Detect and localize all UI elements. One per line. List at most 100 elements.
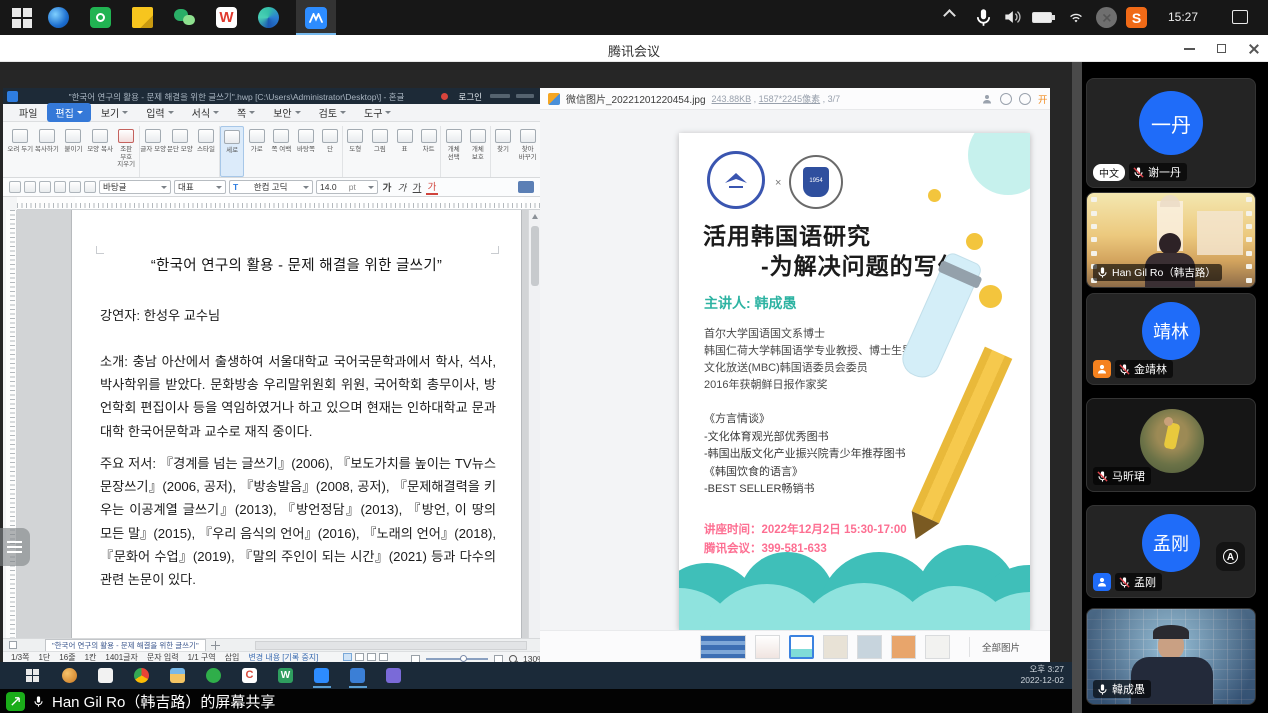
tab-list-icon[interactable] bbox=[9, 641, 17, 649]
hwp-ribbon-button[interactable]: 글자 모양 bbox=[140, 126, 167, 177]
paragraph-marks-button[interactable] bbox=[518, 181, 534, 193]
hwp-ribbon-button[interactable]: 모양 복사 bbox=[87, 126, 114, 177]
italic-button[interactable]: 가 bbox=[396, 180, 408, 194]
participant-tile[interactable]: 韓成愚 bbox=[1086, 608, 1256, 705]
tray-sogou-icon[interactable]: S bbox=[1126, 7, 1147, 28]
minimize-button[interactable] bbox=[1172, 35, 1206, 62]
document-page[interactable]: “한국어 연구의 활용 - 문제 해결을 위한 글쓰기” 강연자: 한성우 교수… bbox=[72, 210, 521, 638]
hwp-ribbon-button[interactable]: 바탕쪽 bbox=[294, 126, 319, 177]
hwp-ribbon-button[interactable]: 찾아 바꾸기 bbox=[515, 126, 540, 177]
participant-tile[interactable]: 一丹 中文 谢一丹 bbox=[1086, 78, 1256, 188]
sticky-notes-icon[interactable] bbox=[132, 7, 153, 28]
caption-translate-icon[interactable]: A bbox=[1216, 542, 1245, 571]
hwp-ribbon-button[interactable]: 붙이기 bbox=[60, 126, 87, 177]
hwp-menu-item[interactable]: 편집 bbox=[47, 103, 90, 122]
close-button[interactable] bbox=[1236, 35, 1268, 62]
document-canvas[interactable]: “한국어 연구의 활용 - 문제 해결을 위한 글쓰기” 강연자: 한성우 교수… bbox=[17, 210, 528, 638]
participants-scrollbar[interactable] bbox=[1072, 62, 1082, 713]
image-thumbnail[interactable] bbox=[925, 635, 950, 659]
tray-sync-disabled-icon[interactable] bbox=[1096, 7, 1117, 28]
hwp-menu-item[interactable]: 파일 bbox=[11, 103, 45, 122]
participant-tile[interactable]: 靖林 金靖林 bbox=[1086, 293, 1256, 385]
viewer-canvas[interactable]: × 1954 活用韩国语研究 -为解决问题的写作 主讲人: 韩成愚 首尔大学国语… bbox=[540, 110, 1050, 630]
wechat-icon[interactable] bbox=[174, 7, 195, 28]
participant-tile[interactable]: 孟刚 A 孟刚 bbox=[1086, 505, 1256, 598]
hwp-menu-item[interactable]: 입력 bbox=[138, 103, 181, 122]
hwp-window-controls[interactable] bbox=[516, 94, 534, 98]
hwp-ribbon-button[interactable]: 조판 부호 지우기 bbox=[113, 126, 140, 177]
maximize-button[interactable] bbox=[1204, 35, 1238, 62]
viewer-rotate-icon[interactable] bbox=[1000, 93, 1012, 105]
hwp-ribbon-button[interactable]: 쪽 여백 bbox=[269, 126, 294, 177]
wps-icon[interactable]: W bbox=[216, 7, 237, 28]
image-thumbnail[interactable] bbox=[857, 635, 882, 659]
tray-microphone-icon[interactable] bbox=[973, 7, 994, 28]
hwp-ribbon-button[interactable]: 개체 보호 bbox=[466, 126, 491, 177]
new-tab-button[interactable] bbox=[211, 641, 220, 650]
hwp-ribbon-button[interactable]: 개체 선택 bbox=[441, 126, 466, 177]
paragraph-style-select[interactable]: 바탕글 bbox=[99, 180, 171, 194]
image-thumbnail[interactable] bbox=[755, 635, 780, 659]
hwp-menu-item[interactable]: 쪽 bbox=[229, 103, 263, 122]
action-center-icon[interactable] bbox=[1232, 7, 1253, 28]
horizontal-scrollbar[interactable] bbox=[255, 641, 527, 650]
viewer-person-icon[interactable] bbox=[981, 93, 993, 105]
tray-volume-icon[interactable] bbox=[1002, 7, 1023, 28]
participant-tile[interactable]: 马昕珺 bbox=[1086, 398, 1256, 492]
image-thumbnail[interactable] bbox=[823, 635, 848, 659]
image-thumbnail[interactable] bbox=[700, 635, 746, 659]
vertical-ruler[interactable] bbox=[6, 210, 17, 638]
image-thumbnail[interactable] bbox=[891, 635, 916, 659]
language-badge[interactable]: 中文 bbox=[1093, 164, 1125, 181]
char-style-select[interactable]: 대표 bbox=[174, 180, 226, 194]
hwp-ribbon-button[interactable]: 오려 두기 bbox=[7, 126, 34, 177]
viewer-more-icon[interactable] bbox=[1019, 93, 1031, 105]
redo-icon[interactable] bbox=[84, 181, 96, 193]
hwp-ribbon-button[interactable]: 차트 bbox=[417, 126, 442, 177]
edge-icon[interactable] bbox=[258, 7, 279, 28]
hwp-ribbon-button[interactable]: 표 bbox=[392, 126, 417, 177]
hwp-menu-item[interactable]: 도구 bbox=[356, 103, 399, 122]
all-images-button[interactable]: 全部图片 bbox=[969, 637, 1020, 657]
hwp-menu-item[interactable]: 보기 bbox=[93, 103, 136, 122]
360-browser-icon[interactable] bbox=[90, 7, 111, 28]
view-mode-buttons[interactable] bbox=[343, 653, 388, 661]
hwp-ribbon-button[interactable]: 복사하기 bbox=[34, 126, 61, 177]
hwp-ribbon-button[interactable]: 스타일 bbox=[193, 126, 220, 177]
hwp-menu-item[interactable]: 보안 bbox=[265, 103, 308, 122]
start-button-icon[interactable] bbox=[12, 7, 33, 28]
hwp-ribbon-button[interactable]: 가로 bbox=[244, 126, 269, 177]
bold-button[interactable]: 가 bbox=[381, 180, 393, 194]
browser-globe-icon[interactable] bbox=[48, 7, 69, 28]
hwp-ribbon-button[interactable]: 단 bbox=[318, 126, 343, 177]
underline-button[interactable]: 가 bbox=[411, 180, 423, 194]
tray-expand-chevron-icon[interactable] bbox=[945, 7, 966, 28]
hwp-login-button[interactable]: 로그인 bbox=[459, 91, 482, 103]
tencent-meeting-taskbar-active[interactable] bbox=[296, 0, 336, 35]
hwp-ribbon-button[interactable]: 찾기 bbox=[491, 126, 516, 177]
outline-panel-handle[interactable] bbox=[0, 528, 30, 566]
tray-battery-icon[interactable] bbox=[1032, 7, 1056, 28]
hwp-menu-item[interactable]: 검토 bbox=[311, 103, 354, 122]
taskbar-clock[interactable]: 15:27 bbox=[1168, 10, 1198, 24]
font-color-button[interactable]: 가 bbox=[426, 179, 438, 195]
document-tab[interactable]: "한국어 연구의 활용 - 문제 해결을 위한 글쓰기" bbox=[45, 639, 206, 651]
zoom-slider[interactable] bbox=[426, 658, 488, 660]
horizontal-ruler[interactable] bbox=[17, 197, 540, 210]
document-vertical-scrollbar[interactable] bbox=[528, 210, 540, 638]
viewer-action-link[interactable]: 开 bbox=[1038, 92, 1048, 106]
print-icon[interactable] bbox=[54, 181, 66, 193]
hwp-ribbon-button[interactable]: 도형 bbox=[343, 126, 368, 177]
participant-tile[interactable]: Han Gil Ro（韩吉路） bbox=[1086, 192, 1256, 288]
save-document-icon[interactable] bbox=[39, 181, 51, 193]
tray-wifi-icon[interactable] bbox=[1066, 7, 1087, 28]
open-document-icon[interactable] bbox=[24, 181, 36, 193]
new-document-icon[interactable] bbox=[9, 181, 21, 193]
font-family-select[interactable]: T한컴 고딕 bbox=[229, 180, 313, 194]
image-thumbnail-selected[interactable] bbox=[789, 635, 814, 659]
hwp-ribbon-button[interactable]: 그림 bbox=[368, 126, 393, 177]
undo-icon[interactable] bbox=[69, 181, 81, 193]
hwp-ribbon-button[interactable]: 세로 bbox=[220, 126, 245, 177]
hwp-menu-item[interactable]: 서식 bbox=[184, 103, 227, 122]
hwp-ribbon-button[interactable]: 문단 모양 bbox=[167, 126, 194, 177]
